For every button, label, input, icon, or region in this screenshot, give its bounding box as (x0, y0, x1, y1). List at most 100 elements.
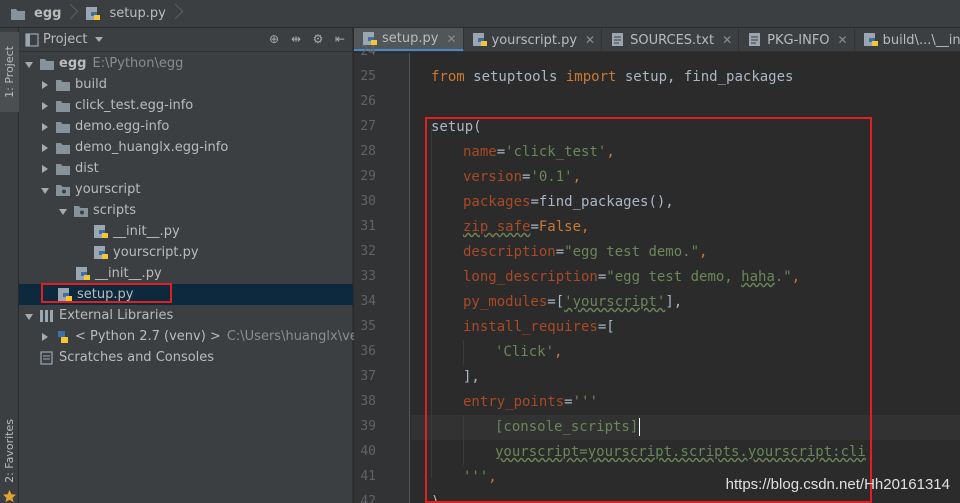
line-number: 35 (360, 319, 376, 334)
python-file-icon (472, 33, 487, 46)
hide-icon[interactable]: ⇤ (332, 31, 348, 47)
project-tool-tab-label: 1: Project (3, 46, 16, 98)
tab-yourscript-py[interactable]: yourscript.py ✕ (464, 28, 603, 51)
close-icon[interactable]: ✕ (838, 33, 848, 47)
python-file-icon (94, 245, 108, 259)
expand-toggle[interactable] (39, 163, 51, 175)
tree-item-scripts[interactable]: scripts (19, 200, 353, 221)
tab-label: yourscript.py (491, 32, 578, 48)
tab-label: setup.py (382, 31, 439, 46)
expand-toggle[interactable] (39, 184, 51, 196)
line-number: 26 (360, 94, 376, 109)
line-number: 33 (360, 269, 376, 284)
package-folder-icon (74, 205, 88, 217)
expand-toggle[interactable] (39, 331, 51, 343)
tab-label: PKG-INFO (767, 32, 830, 48)
tree-item-scratches[interactable]: Scratches and Consoles (19, 347, 353, 368)
highlight-box (41, 283, 172, 303)
folder-icon (40, 58, 54, 70)
project-panel-title[interactable]: Project (43, 32, 87, 47)
expand-toggle[interactable] (39, 100, 51, 112)
tree-item-label: yourscript (75, 182, 141, 197)
tree-item-label: External Libraries (59, 308, 174, 323)
expand-toggle[interactable] (39, 142, 51, 154)
line-number: 29 (360, 169, 376, 184)
line-number: 36 (360, 344, 376, 359)
package-folder-icon (56, 184, 70, 196)
line-number: 37 (360, 369, 376, 384)
breadcrumb-separator (170, 0, 180, 28)
tree-item-label: < Python 2.7 (venv) > (75, 329, 221, 344)
tree-item-yourscript[interactable]: yourscript (19, 179, 353, 200)
watermark: https://blog.csdn.net/Hh20161314 (725, 476, 950, 493)
editor-tab-bar: setup.py ✕ yourscript.py ✕ SOURCES.txt ✕… (354, 28, 960, 52)
tree-item-label: demo.egg-info (75, 119, 170, 134)
expand-toggle[interactable] (57, 205, 69, 217)
close-icon[interactable]: ✕ (722, 33, 732, 47)
tab-label: build\...\__init__.py (882, 32, 960, 48)
project-tool-tab[interactable]: 1: Project (0, 32, 19, 112)
python-icon (58, 330, 68, 343)
breadcrumb-separator (65, 0, 75, 28)
tree-item-label: Scratches and Consoles (59, 350, 215, 365)
gear-icon[interactable]: ⚙ (310, 31, 326, 47)
collapse-icon[interactable]: ⇹ (288, 31, 304, 47)
folder-icon (56, 79, 70, 91)
tree-item-egg[interactable]: egg E:\Python\egg (19, 53, 353, 74)
tree-item-label: yourscript.py (113, 245, 199, 260)
breadcrumb-setup-py[interactable]: setup.py (75, 0, 169, 28)
folder-icon (56, 163, 70, 175)
tab-sources-txt[interactable]: SOURCES.txt ✕ (602, 28, 740, 51)
expand-toggle[interactable] (23, 310, 35, 322)
python-file-icon (863, 33, 878, 46)
favorites-tool-tab[interactable]: 2: Favorites (0, 416, 19, 486)
code-line-25: from setuptools import setup, find_packa… (431, 69, 794, 85)
tree-item-label: __init__.py (113, 224, 180, 239)
chevron-down-icon[interactable] (95, 37, 104, 42)
tree-item-python-sdk[interactable]: < Python 2.7 (venv) > C:\Users\huanglx\v… (19, 326, 393, 347)
expand-toggle[interactable] (39, 79, 51, 91)
target-icon[interactable]: ⊕ (266, 31, 282, 47)
tab-build-init-py[interactable]: build\...\__init__.py (855, 28, 960, 51)
tree-item-dist[interactable]: dist (19, 158, 353, 179)
breadcrumb-label: setup.py (109, 6, 166, 21)
tab-pkg-info[interactable]: PKG-INFO ✕ (739, 28, 855, 51)
tree-item-build[interactable]: build (19, 74, 353, 95)
tree-item-scripts-init-py[interactable]: __init__.py (19, 221, 353, 242)
tree-item-demo-huanglx-egg-info[interactable]: demo_huanglx.egg-info (19, 137, 353, 158)
tree-item-demo-egg-info[interactable]: demo.egg-info (19, 116, 353, 137)
line-number: 31 (360, 219, 376, 234)
text-file-icon (612, 33, 624, 46)
line-number: 30 (360, 194, 376, 209)
line-number: 39 (360, 419, 376, 434)
line-number: 42 (360, 494, 376, 503)
close-icon[interactable]: ✕ (585, 33, 595, 47)
project-panel: Project ⊕ ⇹ ⚙ ⇤ egg E:\Python\egg build … (19, 28, 393, 503)
line-number: 28 (360, 144, 376, 159)
tree-item-yourscript-init-py[interactable]: __init__.py (19, 263, 353, 284)
line-number: 24 (360, 44, 376, 59)
folder-icon (56, 121, 70, 133)
tree-item-click-test-egg-info[interactable]: click_test.egg-info (19, 95, 353, 116)
folder-icon (11, 8, 25, 20)
tree-item-path: E:\Python\egg (92, 56, 184, 71)
close-icon[interactable]: ✕ (446, 32, 456, 46)
tree-item-label: demo_huanglx.egg-info (75, 140, 229, 155)
editor-gutter: 24 25 26 27 28 29 30 31 32 33 34 35 36 37 38 39 40 41 42 (354, 44, 427, 503)
project-panel-header: Project ⊕ ⇹ ⚙ ⇤ (19, 28, 352, 52)
left-tool-strip: 1: Project 2: Favorites (0, 28, 19, 503)
tree-item-yourscript-py[interactable]: yourscript.py (19, 242, 353, 263)
tree-item-label: __init__.py (95, 266, 162, 281)
project-view-icon (25, 32, 39, 47)
line-number: 27 (360, 119, 376, 134)
scratches-icon (40, 350, 53, 365)
tree-item-label: click_test.egg-info (75, 98, 194, 113)
expand-toggle[interactable] (39, 121, 51, 133)
expand-toggle[interactable] (23, 58, 35, 70)
tab-label: SOURCES.txt (630, 32, 715, 48)
code-editor[interactable]: from setuptools import setup, find_packa… (411, 53, 960, 503)
breadcrumb-egg[interactable]: egg (0, 0, 65, 28)
folder-icon (56, 100, 70, 112)
tree-item-external-libraries[interactable]: External Libraries (19, 305, 353, 326)
star-icon (3, 490, 16, 503)
